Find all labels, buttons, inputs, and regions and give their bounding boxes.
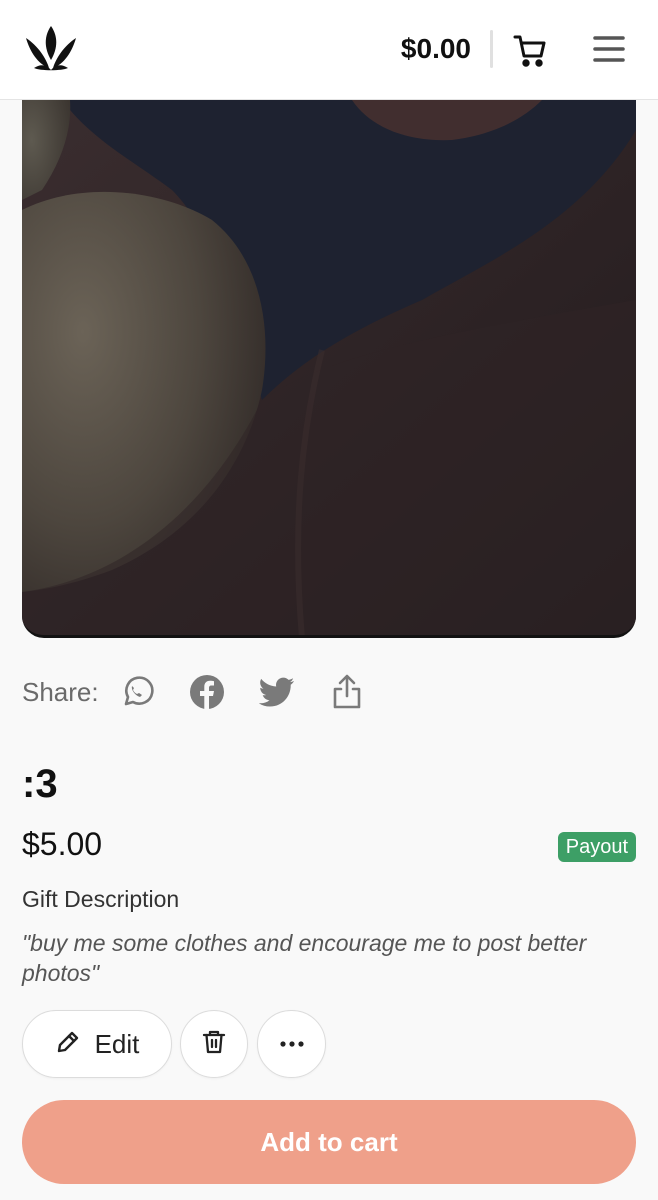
add-to-cart-button[interactable]: Add to cart xyxy=(22,1100,636,1184)
cart-icon[interactable] xyxy=(512,32,548,68)
trash-icon xyxy=(201,1029,227,1060)
share-upload-icon[interactable] xyxy=(329,674,365,710)
product-price: $5.00 xyxy=(22,826,103,862)
header-divider xyxy=(490,30,493,68)
hamburger-menu-icon[interactable] xyxy=(592,33,626,65)
pencil-icon xyxy=(55,1029,81,1060)
share-label: Share: xyxy=(22,676,99,707)
description-heading: Gift Description xyxy=(22,886,180,912)
crown-logo-icon[interactable] xyxy=(24,24,78,72)
twitter-icon[interactable] xyxy=(258,674,295,710)
product-photo[interactable] xyxy=(22,100,636,638)
edit-button-label: Edit xyxy=(94,1028,140,1059)
more-dots-icon xyxy=(279,1035,304,1053)
edit-button[interactable]: Edit xyxy=(22,1010,172,1078)
cart-balance[interactable]: $0.00 xyxy=(401,31,471,67)
top-navigation-bar: $0.00 xyxy=(0,0,658,100)
more-options-button[interactable] xyxy=(257,1010,326,1078)
description-text: "buy me some clothes and encourage me to… xyxy=(22,930,587,986)
whatsapp-icon[interactable] xyxy=(119,674,155,710)
delete-button[interactable] xyxy=(180,1010,248,1078)
product-title: :3 xyxy=(22,762,58,806)
facebook-icon[interactable] xyxy=(189,674,225,710)
share-row: Share: xyxy=(22,670,399,714)
payout-badge: Payout xyxy=(557,832,636,862)
